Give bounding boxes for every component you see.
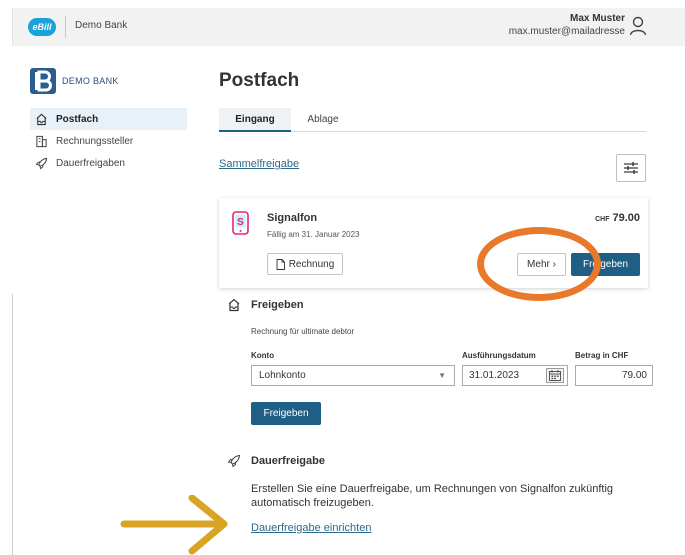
invoice-currency: CHF bbox=[595, 216, 610, 223]
amount-label: Betrag in CHF bbox=[575, 351, 629, 360]
header-divider bbox=[65, 16, 66, 38]
annotation-arrow-icon bbox=[120, 495, 228, 555]
approve-button[interactable]: Freigeben bbox=[251, 402, 321, 425]
calendar-button[interactable] bbox=[546, 368, 564, 383]
account-label: Konto bbox=[251, 351, 275, 360]
document-icon bbox=[276, 258, 285, 270]
view-invoice-label: Rechnung bbox=[288, 258, 335, 270]
standing-approval-text: Erstellen Sie eine Dauerfreigabe, um Rec… bbox=[251, 483, 614, 509]
view-invoice-button[interactable]: Rechnung bbox=[267, 253, 343, 275]
user-email: max.muster@mailadresse bbox=[508, 26, 625, 37]
user-icon[interactable] bbox=[629, 16, 647, 36]
sidebar-item-label: Rechnungssteller bbox=[56, 135, 134, 147]
user-name: Max Muster bbox=[569, 13, 625, 24]
rocket-icon bbox=[227, 454, 241, 468]
sidebar-item-label: Postfach bbox=[56, 113, 99, 125]
sidebar-item-rechnungssteller[interactable]: Rechnungssteller bbox=[30, 130, 187, 152]
approve-section-title: Freigeben bbox=[251, 299, 304, 311]
inbox-icon bbox=[36, 113, 47, 125]
execution-date-input[interactable]: 31.01.2023 bbox=[462, 365, 568, 386]
page-title: Postfach bbox=[219, 70, 300, 91]
execution-date-label: Ausführungsdatum bbox=[462, 351, 536, 360]
bulk-approve-link[interactable]: Sammelfreigabe bbox=[219, 158, 299, 170]
invoice-due-date: Fällig am 31. Januar 2023 bbox=[267, 230, 360, 239]
approve-subtitle: Rechnung für ultimate debtor bbox=[251, 327, 355, 336]
brand-name: DEMO BANK bbox=[62, 76, 119, 86]
invoice-payee: Signalfon bbox=[267, 212, 318, 224]
sidebar-item-label: Dauerfreigaben bbox=[56, 157, 125, 169]
account-select-value: Lohnkonto bbox=[259, 370, 306, 381]
signalfon-app-icon: S bbox=[232, 211, 249, 235]
sidebar-item-dauerfreigaben[interactable]: Dauerfreigaben bbox=[30, 152, 187, 174]
filter-button[interactable] bbox=[616, 154, 646, 182]
filter-sliders-icon bbox=[624, 162, 638, 174]
annotation-circle bbox=[477, 227, 601, 301]
inbox-icon bbox=[228, 298, 240, 312]
tab-bar: Eingang Ablage bbox=[219, 108, 646, 132]
execution-date-value: 31.01.2023 bbox=[469, 370, 520, 381]
svg-text:S: S bbox=[237, 217, 244, 228]
ebill-logo[interactable]: eBill bbox=[28, 18, 56, 36]
amount-input[interactable]: 79.00 bbox=[575, 365, 653, 386]
top-bar: eBill Demo Bank Max Muster max.muster@ma… bbox=[12, 8, 685, 46]
calendar-icon bbox=[549, 370, 561, 381]
demo-bank-logo-icon bbox=[30, 68, 56, 94]
rocket-icon bbox=[35, 157, 48, 169]
building-icon bbox=[36, 135, 47, 147]
tab-eingang[interactable]: Eingang bbox=[219, 108, 291, 132]
invoice-amount: CHF 79.00 bbox=[595, 212, 640, 224]
standing-approval-title: Dauerfreigabe bbox=[251, 455, 325, 467]
account-select[interactable]: Lohnkonto ▼ bbox=[251, 365, 455, 386]
setup-standing-approval-link[interactable]: Dauerfreigabe einrichten bbox=[251, 522, 371, 534]
header-bank-name: Demo Bank bbox=[75, 20, 128, 31]
tab-ablage[interactable]: Ablage bbox=[291, 108, 355, 132]
sidebar-item-postfach[interactable]: Postfach bbox=[30, 108, 187, 130]
panel-divider bbox=[12, 294, 13, 555]
chevron-down-icon: ▼ bbox=[438, 371, 446, 380]
invoice-amount-value: 79.00 bbox=[612, 212, 640, 224]
